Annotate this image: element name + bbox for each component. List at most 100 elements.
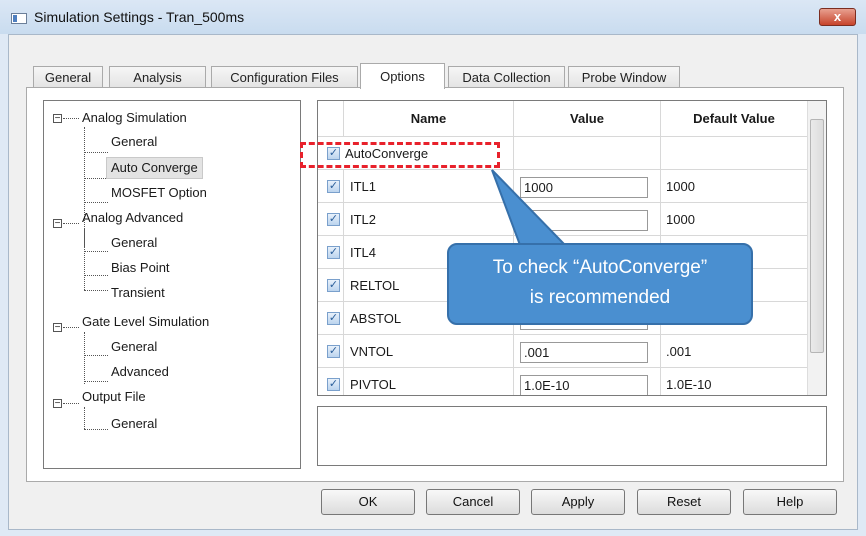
grid-header: Name Value Default Value [318, 101, 808, 137]
cancel-button[interactable]: Cancel [426, 489, 520, 515]
table-row: ✓ PIVTOL 1.0E-10 1.0E-10 [318, 368, 808, 395]
apply-button[interactable]: Apply [531, 489, 625, 515]
tree-connector [84, 290, 108, 291]
name-cell: ITL1 [344, 170, 514, 203]
enable-checkbox[interactable]: ✓ [327, 213, 340, 226]
name-cell: VNTOL [344, 335, 514, 368]
table-row: ✓ VNTOL .001 .001 [318, 335, 808, 368]
tree-item-general[interactable]: General [111, 233, 157, 253]
tree-item-auto-converge[interactable]: Auto Converge [106, 157, 203, 179]
callout-text-line2: is recommended [529, 287, 671, 308]
value-input[interactable]: .001 [520, 342, 648, 363]
grid-scrollbar[interactable] [807, 101, 826, 395]
collapse-icon[interactable]: − [53, 114, 62, 124]
table-row: ✓ ITL1 1000 1000 [318, 170, 808, 203]
tab-general[interactable]: General [33, 66, 103, 88]
check-cell: ✓ [318, 368, 344, 395]
ok-button[interactable]: OK [321, 489, 415, 515]
enable-checkbox[interactable]: ✓ [327, 180, 340, 193]
value-input[interactable] [520, 210, 648, 231]
name-cell: ✓ AutoConverge [318, 137, 514, 170]
value-input[interactable]: 1000 [520, 177, 648, 198]
description-box [317, 406, 827, 466]
tree-item-bias-point[interactable]: Bias Point [111, 258, 170, 278]
table-row: ✓ ITL2 1000 [318, 203, 808, 236]
tab-options[interactable]: Options [360, 63, 445, 89]
value-cell: 1000 [514, 170, 661, 203]
simulation-settings-window: Simulation Settings - Tran_500ms x Gener… [0, 0, 866, 536]
help-button[interactable]: Help [743, 489, 837, 515]
enable-checkbox[interactable]: ✓ [327, 378, 340, 391]
settings-tree[interactable]: − Analog Simulation General Auto Converg… [43, 100, 301, 469]
enable-checkbox[interactable]: ✓ [327, 345, 340, 358]
default-value-cell: 1.0E-10 [661, 368, 808, 395]
param-name: ABSTOL [350, 311, 402, 326]
enable-checkbox[interactable]: ✓ [327, 312, 340, 325]
check-cell: ✓ [318, 335, 344, 368]
column-header-default-value[interactable]: Default Value [661, 101, 808, 137]
value-cell: 1.0E-10 [514, 368, 661, 395]
window-title: Simulation Settings - Tran_500ms [34, 9, 245, 25]
tree-connector [63, 327, 79, 328]
check-cell: ✓ [318, 269, 344, 302]
check-cell: ✓ [318, 302, 344, 335]
tab-analysis[interactable]: Analysis [109, 66, 206, 88]
tab-probe-window[interactable]: Probe Window [568, 66, 680, 88]
enable-checkbox[interactable]: ✓ [327, 147, 340, 160]
callout-text-line1: To check “AutoConverge” [492, 257, 708, 278]
tree-connector [63, 403, 79, 404]
check-cell: ✓ [318, 170, 344, 203]
tree-connector [84, 407, 85, 429]
title-bar[interactable]: Simulation Settings - Tran_500ms x [0, 0, 866, 34]
name-cell: ITL2 [344, 203, 514, 236]
tree-item-general[interactable]: General [111, 132, 157, 152]
tree-group-output-file[interactable]: Output File [82, 387, 146, 407]
enable-checkbox[interactable]: ✓ [327, 246, 340, 259]
tree-item-general[interactable]: General [111, 414, 157, 434]
reset-button[interactable]: Reset [637, 489, 731, 515]
app-icon [11, 13, 27, 24]
tree-group-gate-level-simulation[interactable]: Gate Level Simulation [82, 312, 209, 332]
param-name: AutoConverge [345, 146, 429, 161]
value-cell: .001 [514, 335, 661, 368]
default-value: 1000 [666, 179, 695, 194]
callout-note: To check “AutoConverge” is recommended [447, 243, 753, 325]
tree-connector [84, 202, 108, 203]
tree-connector [84, 178, 108, 179]
param-name: ITL4 [350, 245, 377, 260]
scrollbar-thumb[interactable] [810, 119, 824, 353]
tree-connector [84, 152, 108, 153]
param-name: RELTOL [350, 278, 400, 293]
tree-connector [84, 275, 108, 276]
tree-connector [84, 429, 108, 430]
column-header-value[interactable]: Value [514, 101, 661, 137]
param-name: VNTOL [350, 344, 394, 359]
tree-connector [84, 355, 108, 356]
collapse-icon[interactable]: − [53, 219, 62, 229]
check-cell: ✓ [318, 203, 344, 236]
default-value-cell: 1000 [661, 170, 808, 203]
tree-item-general[interactable]: General [111, 337, 157, 357]
collapse-icon[interactable]: − [53, 323, 62, 333]
tab-configuration-files[interactable]: Configuration Files [211, 66, 358, 88]
collapse-icon[interactable]: − [53, 399, 62, 409]
default-value-cell: .001 [661, 335, 808, 368]
tree-connector [84, 228, 85, 290]
column-header-name[interactable]: Name [344, 101, 514, 137]
tree-item-mosfet-option[interactable]: MOSFET Option [111, 183, 207, 203]
default-value: .001 [666, 344, 692, 359]
tree-connector [84, 332, 85, 384]
tree-group-analog-simulation[interactable]: Analog Simulation [82, 108, 187, 128]
tree-group-analog-advanced[interactable]: Analog Advanced [82, 208, 183, 228]
name-cell: PIVTOL [344, 368, 514, 395]
param-name: PIVTOL [350, 377, 397, 392]
close-button[interactable]: x [819, 8, 856, 26]
tree-item-advanced[interactable]: Advanced [111, 362, 169, 382]
tab-data-collection[interactable]: Data Collection [448, 66, 565, 88]
tree-item-transient[interactable]: Transient [111, 283, 165, 303]
enable-checkbox[interactable]: ✓ [327, 279, 340, 292]
table-row: ✓ AutoConverge [318, 137, 808, 170]
check-cell: ✓ [318, 236, 344, 269]
param-name: ITL2 [350, 212, 377, 227]
value-input[interactable]: 1.0E-10 [520, 375, 648, 395]
